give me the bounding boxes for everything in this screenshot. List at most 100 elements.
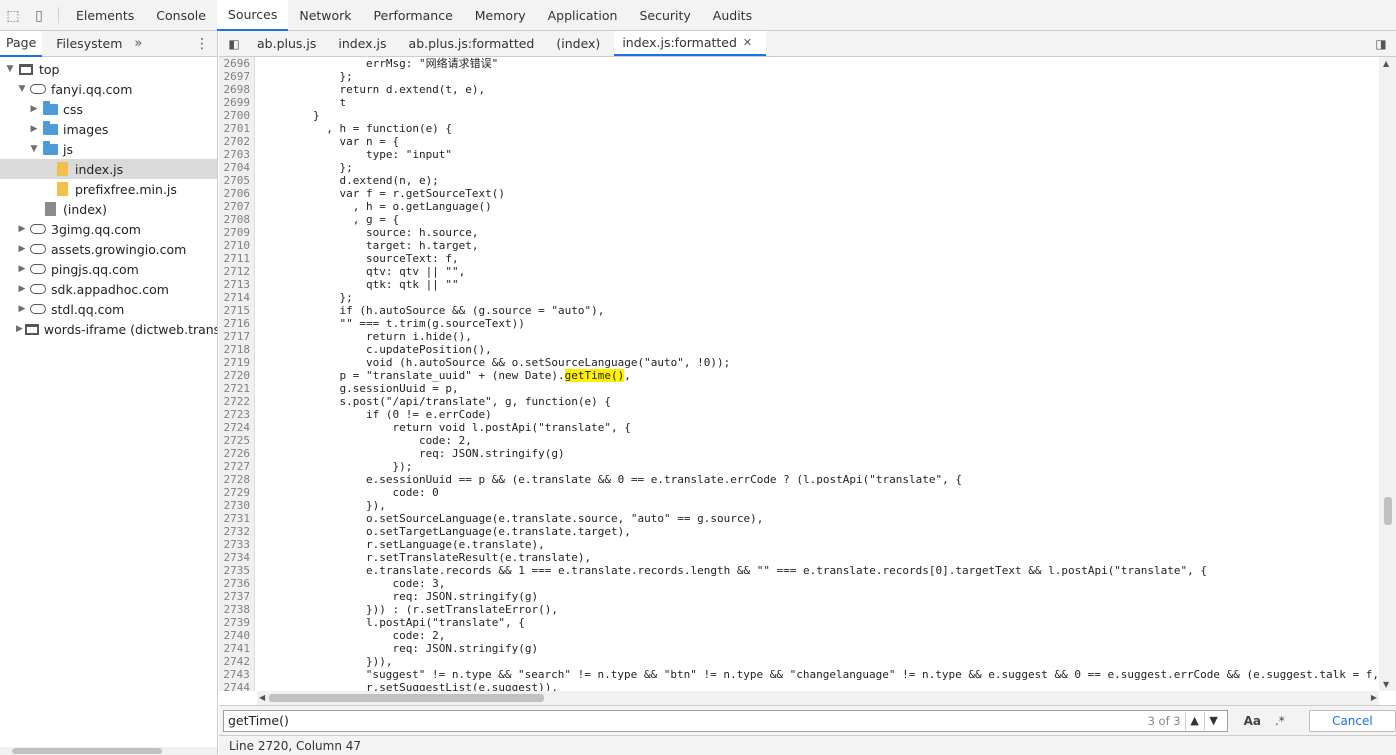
code-line[interactable]: 2712 qtv: qtv || "",: [219, 265, 1379, 278]
tab-sources[interactable]: Sources: [216, 0, 289, 31]
code-line[interactable]: 2742 })),: [219, 655, 1379, 668]
line-number[interactable]: 2713: [219, 278, 255, 291]
line-number[interactable]: 2704: [219, 161, 255, 174]
tab-audits[interactable]: Audits: [702, 0, 763, 31]
toggle-navigator-icon[interactable]: ◧: [219, 31, 249, 56]
line-number[interactable]: 2732: [219, 525, 255, 538]
file-tab-index-js-formatted[interactable]: index.js:formatted ✕: [614, 31, 767, 56]
tree-item-index-js[interactable]: index.js: [0, 159, 217, 179]
code-line[interactable]: 2709 source: h.source,: [219, 226, 1379, 239]
line-number[interactable]: 2730: [219, 499, 255, 512]
tree-item-sdk-appadhoc-com[interactable]: ▶ sdk.appadhoc.com: [0, 279, 217, 299]
code-line[interactable]: 2716 "" === t.trim(g.sourceText)): [219, 317, 1379, 330]
line-number[interactable]: 2717: [219, 330, 255, 343]
line-number[interactable]: 2712: [219, 265, 255, 278]
line-number[interactable]: 2737: [219, 590, 255, 603]
line-number[interactable]: 2735: [219, 564, 255, 577]
match-case-button[interactable]: Aa: [1244, 714, 1261, 728]
line-number[interactable]: 2733: [219, 538, 255, 551]
code-line[interactable]: 2711 sourceText: f,: [219, 252, 1379, 265]
line-number[interactable]: 2701: [219, 122, 255, 135]
inspect-element-icon[interactable]: ⬚: [0, 0, 26, 31]
line-number[interactable]: 2727: [219, 460, 255, 473]
code-line[interactable]: 2735 e.translate.records && 1 === e.tran…: [219, 564, 1379, 577]
line-number[interactable]: 2728: [219, 473, 255, 486]
code-line[interactable]: 2723 if (0 != e.errCode): [219, 408, 1379, 421]
line-number[interactable]: 2738: [219, 603, 255, 616]
code-line[interactable]: 2739 l.postApi("translate", {: [219, 616, 1379, 629]
tab-elements[interactable]: Elements: [65, 0, 145, 31]
line-number[interactable]: 2726: [219, 447, 255, 460]
line-number[interactable]: 2702: [219, 135, 255, 148]
code-line[interactable]: 2715 if (h.autoSource && (g.source = "au…: [219, 304, 1379, 317]
code-line[interactable]: 2725 code: 2,: [219, 434, 1379, 447]
collapse-arrow-icon[interactable]: ▶: [16, 304, 28, 314]
line-number[interactable]: 2739: [219, 616, 255, 629]
code-line[interactable]: 2698 return d.extend(t, e),: [219, 83, 1379, 96]
code-line[interactable]: 2733 r.setLanguage(e.translate),: [219, 538, 1379, 551]
scroll-right-icon[interactable]: ▶: [1371, 693, 1377, 702]
line-number[interactable]: 2723: [219, 408, 255, 421]
code-line[interactable]: 2718 c.updatePosition(),: [219, 343, 1379, 356]
code-vertical-scrollbar[interactable]: ▲ ▼: [1379, 57, 1396, 691]
tree-item-stdl-qq-com[interactable]: ▶ stdl.qq.com: [0, 299, 217, 319]
code-line[interactable]: 2707 , h = o.getLanguage(): [219, 200, 1379, 213]
code-line[interactable]: 2736 code: 3,: [219, 577, 1379, 590]
code-line[interactable]: 2704 };: [219, 161, 1379, 174]
line-number[interactable]: 2743: [219, 668, 255, 681]
line-number[interactable]: 2722: [219, 395, 255, 408]
collapse-arrow-icon[interactable]: ▶: [16, 324, 23, 334]
tree-item-index[interactable]: (index): [0, 199, 217, 219]
code-line[interactable]: 2703 type: "input": [219, 148, 1379, 161]
line-number[interactable]: 2697: [219, 70, 255, 83]
code-line[interactable]: 2741 req: JSON.stringify(g): [219, 642, 1379, 655]
code-line[interactable]: 2699 t: [219, 96, 1379, 109]
tree-item-top[interactable]: ▼ top: [0, 59, 217, 79]
line-number[interactable]: 2705: [219, 174, 255, 187]
regex-button[interactable]: .*: [1275, 714, 1285, 728]
line-number[interactable]: 2700: [219, 109, 255, 122]
line-number[interactable]: 2729: [219, 486, 255, 499]
tab-console[interactable]: Console: [145, 0, 217, 31]
tab-security[interactable]: Security: [628, 0, 701, 31]
next-match-button[interactable]: ▼: [1203, 711, 1223, 730]
code-line[interactable]: 2731 o.setSourceLanguage(e.translate.sou…: [219, 512, 1379, 525]
sidebar-horizontal-scrollbar[interactable]: [0, 747, 217, 755]
tree-item-assets-growingio-com[interactable]: ▶ assets.growingio.com: [0, 239, 217, 259]
code-line[interactable]: 2702 var n = {: [219, 135, 1379, 148]
previous-match-button[interactable]: ▲: [1184, 711, 1204, 730]
line-number[interactable]: 2719: [219, 356, 255, 369]
tree-item-js[interactable]: ▼ js: [0, 139, 217, 159]
line-number[interactable]: 2699: [219, 96, 255, 109]
line-number[interactable]: 2709: [219, 226, 255, 239]
cancel-button[interactable]: Cancel: [1308, 709, 1396, 732]
code-line[interactable]: 2701 , h = function(e) {: [219, 122, 1379, 135]
collapse-arrow-icon[interactable]: ▶: [16, 224, 28, 234]
code-line[interactable]: 2696 errMsg: "网络请求错误": [219, 57, 1379, 70]
code-line[interactable]: 2727 });: [219, 460, 1379, 473]
code-line[interactable]: 2705 d.extend(n, e);: [219, 174, 1379, 187]
line-number[interactable]: 2708: [219, 213, 255, 226]
line-number[interactable]: 2720: [219, 369, 255, 382]
tab-page[interactable]: Page: [0, 31, 43, 57]
line-number[interactable]: 2711: [219, 252, 255, 265]
file-tab-index-js[interactable]: index.js: [330, 31, 400, 56]
line-number[interactable]: 2710: [219, 239, 255, 252]
line-number[interactable]: 2696: [219, 57, 255, 70]
search-query[interactable]: getTime(): [228, 713, 1148, 728]
line-number[interactable]: 2698: [219, 83, 255, 96]
line-number[interactable]: 2724: [219, 421, 255, 434]
code-line[interactable]: 2729 code: 0: [219, 486, 1379, 499]
code-line[interactable]: 2740 code: 2,: [219, 629, 1379, 642]
line-number[interactable]: 2718: [219, 343, 255, 356]
collapse-arrow-icon[interactable]: ▶: [28, 104, 40, 114]
collapse-arrow-icon[interactable]: ▶: [16, 244, 28, 254]
line-number[interactable]: 2741: [219, 642, 255, 655]
line-number[interactable]: 2715: [219, 304, 255, 317]
code-line[interactable]: 2730 }),: [219, 499, 1379, 512]
tree-item-prefixfree-min-js[interactable]: prefixfree.min.js: [0, 179, 217, 199]
line-number[interactable]: 2721: [219, 382, 255, 395]
line-number[interactable]: 2703: [219, 148, 255, 161]
line-number[interactable]: 2707: [219, 200, 255, 213]
device-toolbar-icon[interactable]: ▯: [26, 0, 52, 31]
